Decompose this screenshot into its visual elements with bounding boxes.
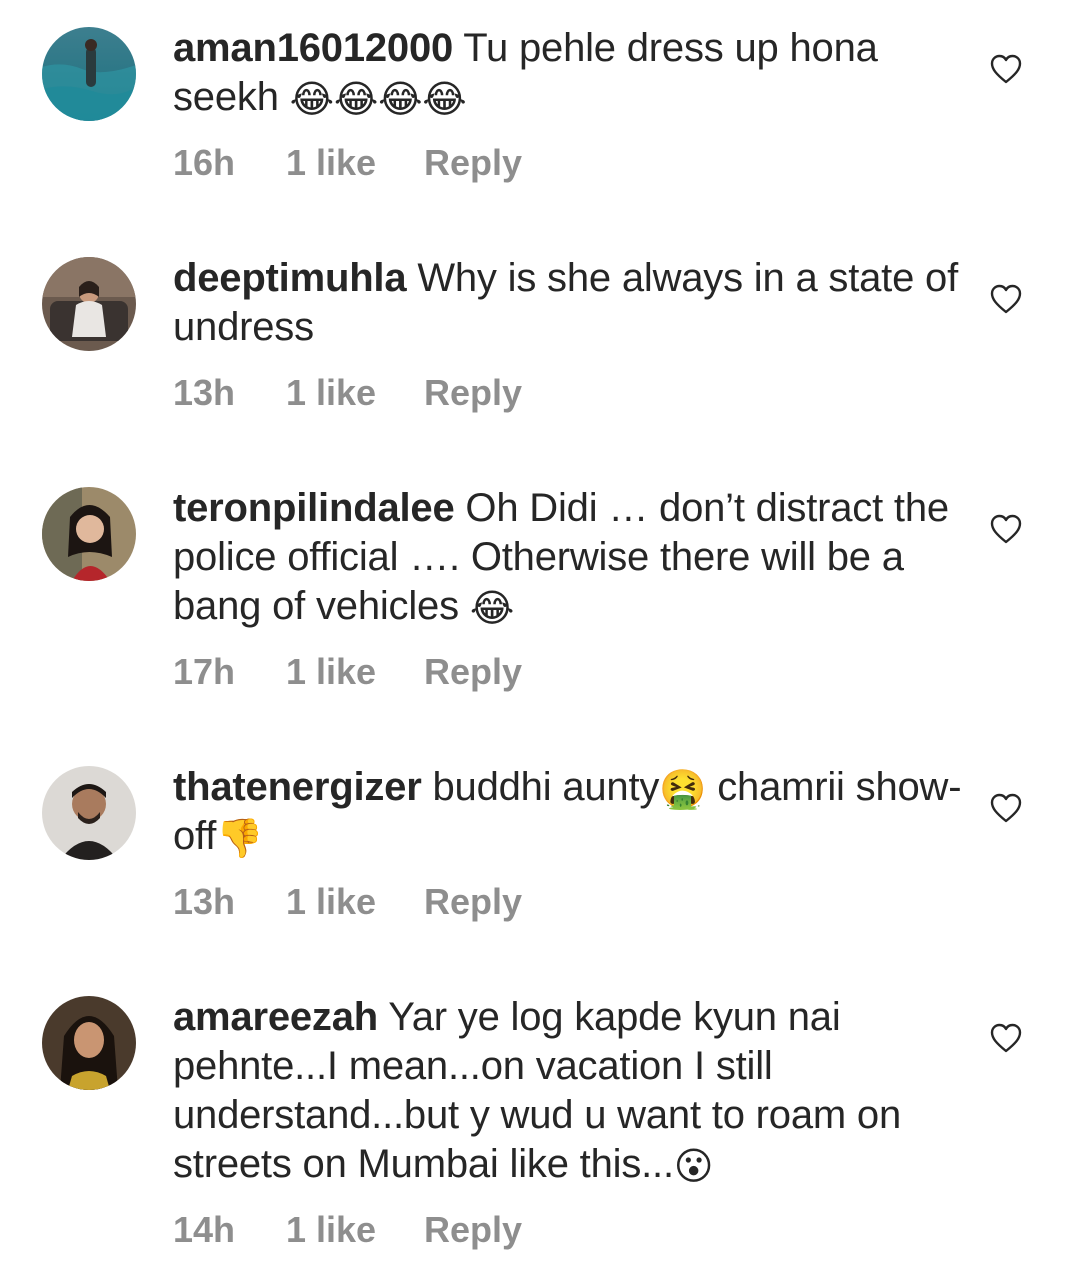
comment-timestamp[interactable]: 13h [173,372,286,414]
comment-likes-count[interactable]: 1 like [286,372,424,414]
avatar[interactable] [42,487,136,581]
comment-text: aman16012000 Tu pehle dress up hona seek… [173,24,963,122]
heart-icon[interactable] [990,54,1022,84]
avatar[interactable] [42,996,136,1090]
laughing-emoji-icon: 😂😂😂😂 [289,79,467,121]
heart-icon[interactable] [990,793,1022,823]
comment-likes-count[interactable]: 1 like [286,881,424,923]
reply-button[interactable]: Reply [424,651,522,693]
comment-message: buddhi aunty [432,765,660,809]
comment-likes-count[interactable]: 1 like [286,1209,424,1251]
woman-on-sofa-photo-icon [42,257,136,351]
woman-portrait-photo-icon [42,996,136,1090]
avatar[interactable] [42,257,136,351]
comment-username[interactable]: aman16012000 [173,26,453,70]
comment-username[interactable]: deeptimuhla [173,256,407,300]
comment-text: teronpilindalee Oh Didi … don’t distract… [173,484,963,631]
avatar[interactable] [42,27,136,121]
man-portrait-photo-icon [42,766,136,860]
woman-portrait-photo-icon [42,487,136,581]
comment-meta: 13h 1 like Reply [173,372,522,414]
comment-likes-count[interactable]: 1 like [286,142,424,184]
laughing-emoji-icon: 😂 [469,588,515,630]
comment-timestamp[interactable]: 13h [173,881,286,923]
reply-button[interactable]: Reply [424,142,522,184]
thumbs-down-emoji-icon: 👎 [216,818,264,860]
heart-icon[interactable] [990,284,1022,314]
comment-timestamp[interactable]: 17h [173,651,286,693]
avatar[interactable] [42,766,136,860]
reply-button[interactable]: Reply [424,1209,522,1251]
vomiting-emoji-icon: 🤮 [659,769,707,811]
comment-text: deeptimuhla Why is she always in a state… [173,254,963,352]
comment-meta: 16h 1 like Reply [173,142,522,184]
comment-text: amareezah Yar ye log kapde kyun nai pehn… [173,993,963,1189]
comment-timestamp[interactable]: 14h [173,1209,286,1251]
comment-meta: 17h 1 like Reply [173,651,522,693]
comment-likes-count[interactable]: 1 like [286,651,424,693]
ocean-photo-icon [42,27,136,121]
comment-username[interactable]: thatenergizer [173,765,422,809]
comment-meta: 14h 1 like Reply [173,1209,522,1251]
comment-text: thatenergizer buddhi aunty🤮 chamrii show… [173,763,963,861]
heart-icon[interactable] [990,1023,1022,1053]
reply-button[interactable]: Reply [424,372,522,414]
comment-timestamp[interactable]: 16h [173,142,286,184]
heart-icon[interactable] [990,514,1022,544]
comment-meta: 13h 1 like Reply [173,881,522,923]
comment-username[interactable]: teronpilindalee [173,486,455,530]
surprised-emoji-icon: 😮 [673,1146,714,1188]
reply-button[interactable]: Reply [424,881,522,923]
comment-username[interactable]: amareezah [173,995,378,1039]
